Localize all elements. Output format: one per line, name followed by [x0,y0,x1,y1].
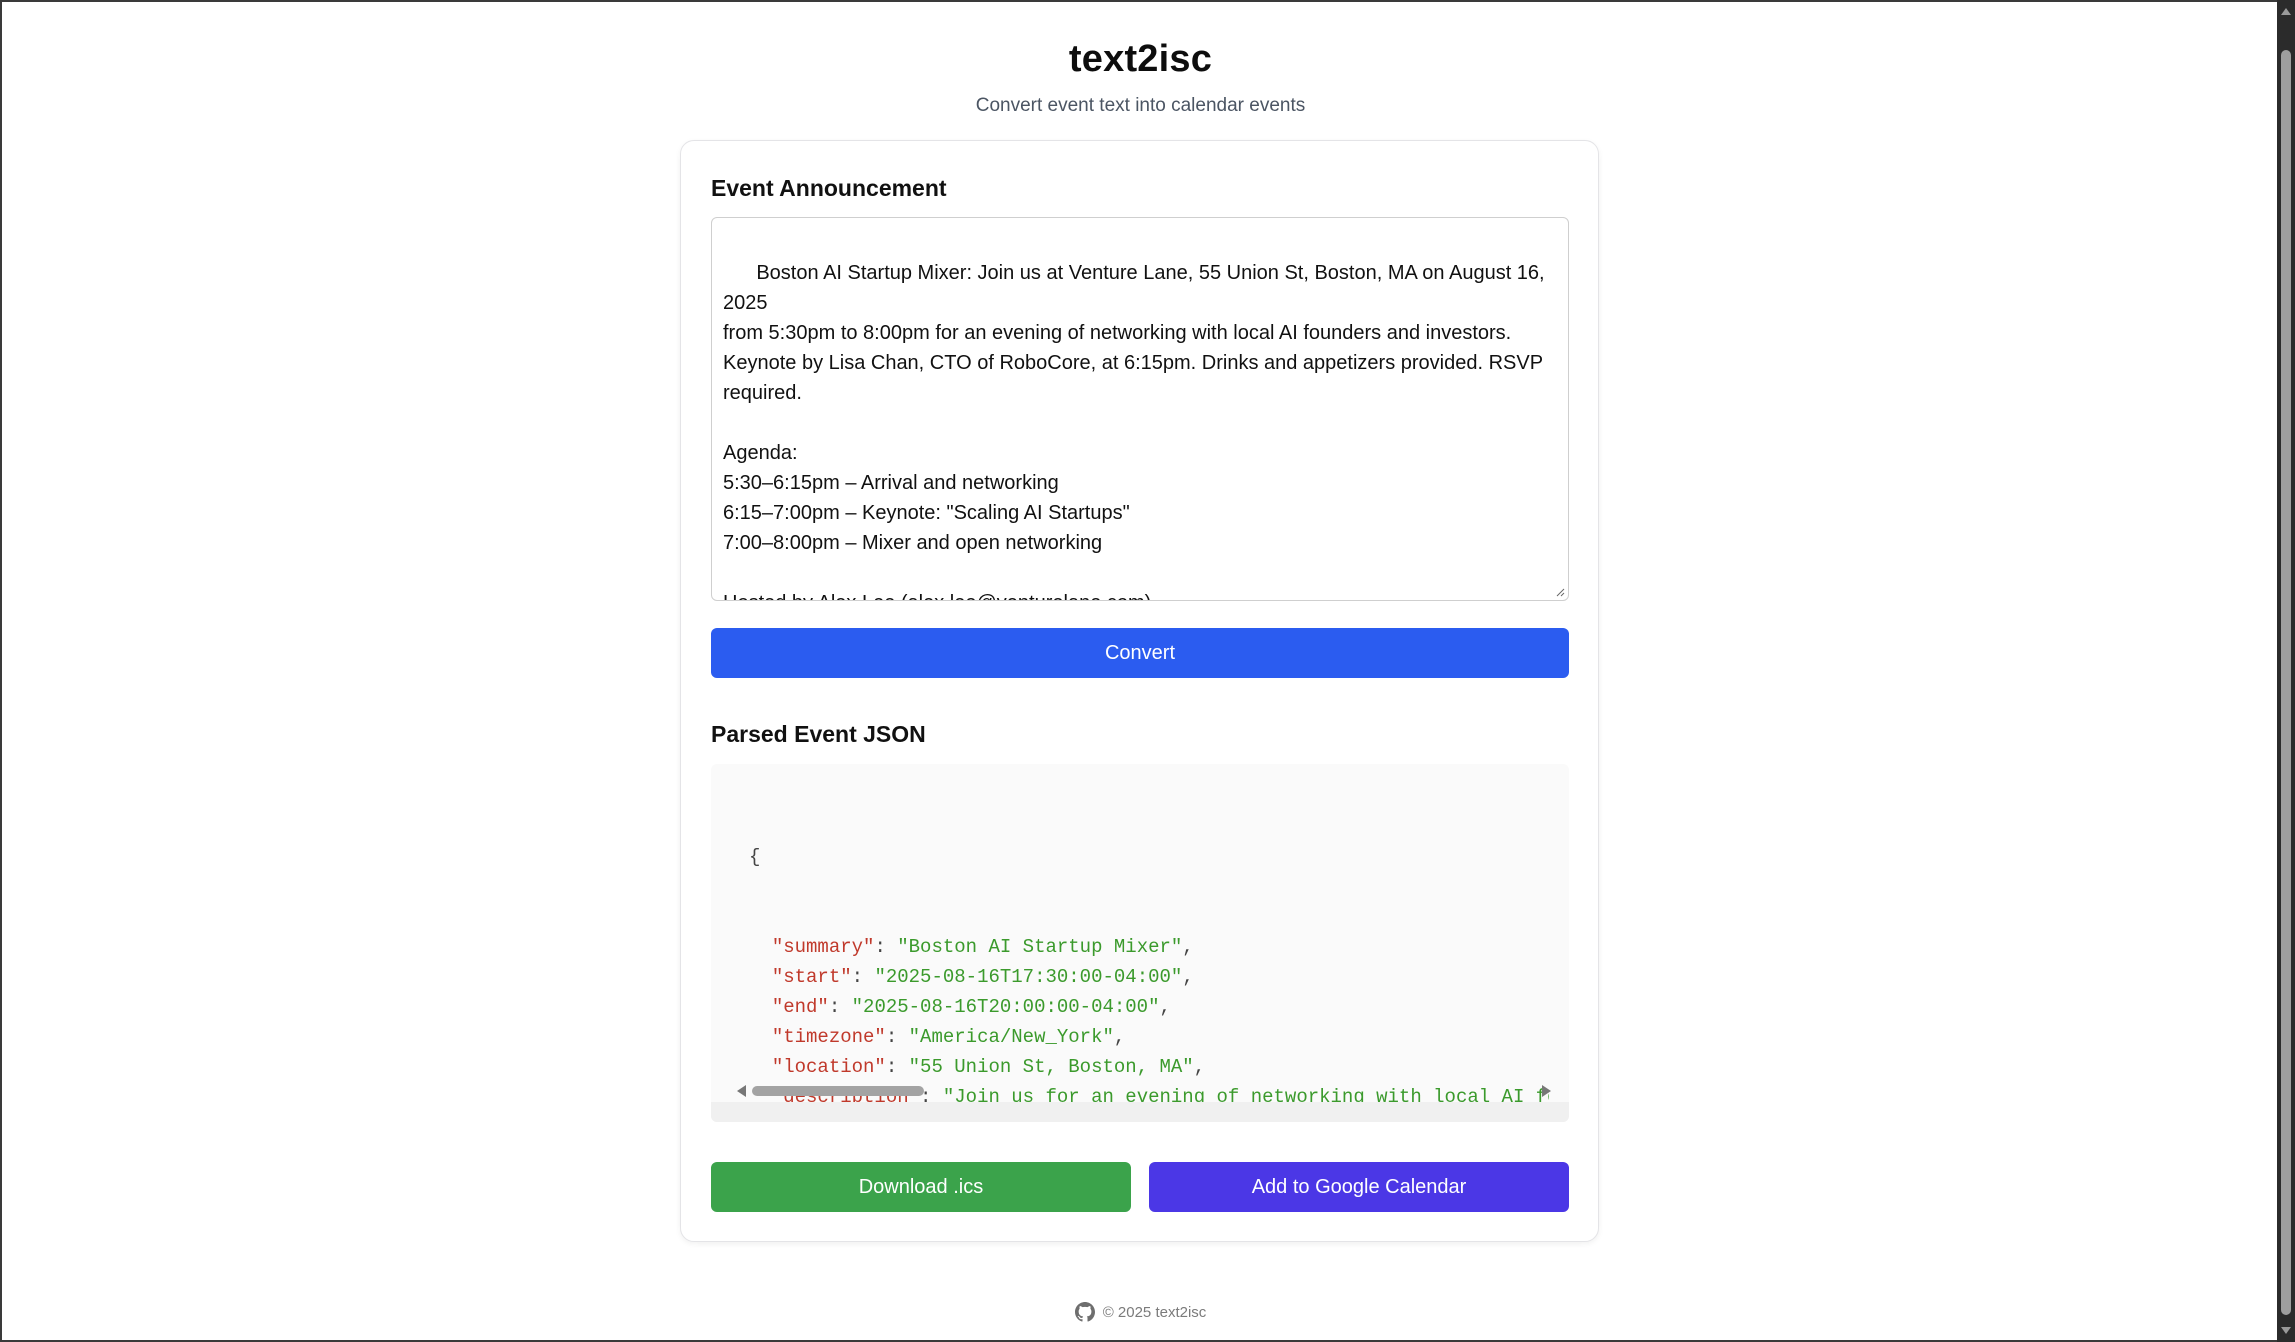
json-value: "2025-08-16T20:00:00-04:00" [851,996,1160,1018]
page-title: text2isc [1068,38,1213,80]
scroll-down-icon[interactable] [2281,1327,2291,1334]
announcement-label: Event Announcement [711,175,947,201]
page-header: text2isc Convert event text into calenda… [2,38,2279,117]
json-key: "end" [771,996,829,1018]
json-open-brace: { [749,846,761,868]
vertical-scrollbar[interactable] [2277,0,2295,1342]
parsed-json-label: Parsed Event JSON [711,721,926,747]
parsed-json-block[interactable]: { "summary": "Boston AI Startup Mixer", … [711,764,1569,1122]
resize-handle-icon[interactable] [1555,587,1565,597]
github-icon[interactable] [1074,1302,1095,1322]
json-field-line: "end": "2025-08-16T20:00:00-04:00", [771,996,1171,1018]
announcement-text: Boston AI Startup Mixer: Join us at Vent… [723,262,1545,600]
add-to-google-calendar-button[interactable]: Add to Google Calendar [1149,1162,1569,1212]
json-key: "location" [771,1056,886,1078]
horizontal-scrollbar[interactable] [737,1083,1551,1097]
json-key: "timezone" [771,1026,886,1048]
convert-button[interactable]: Convert [711,628,1569,678]
download-ics-label: Download .ics [858,1175,984,1198]
page-footer: © 2025 text2isc [2,1302,2279,1322]
horizontal-scroll-thumb[interactable] [752,1086,924,1096]
page-subtitle: Convert event text into calendar events [975,95,1306,116]
json-comma: , [1113,1026,1126,1048]
json-comma: , [1182,966,1194,988]
scroll-up-icon[interactable] [2281,8,2291,15]
footer-copyright: © 2025 text2isc [1102,1303,1207,1321]
json-field-line: "timezone": "America/New_York", [771,1026,1126,1048]
json-value: "America/New_York" [908,1026,1114,1048]
converter-card: Event Announcement Boston AI Startup Mix… [680,140,1599,1242]
browser-viewport: text2isc Convert event text into calenda… [0,0,2277,1342]
json-comma: , [1193,1056,1206,1078]
json-comma: , [1159,996,1171,1018]
json-key: "summary" [771,936,875,958]
json-value: "2025-08-16T17:30:00-04:00" [874,966,1183,988]
scroll-right-icon[interactable] [1542,1085,1551,1097]
json-field-line: "summary": "Boston AI Startup Mixer", [771,936,1194,958]
google-calendar-label: Add to Google Calendar [1251,1175,1467,1198]
download-ics-button[interactable]: Download .ics [711,1162,1131,1212]
convert-button-label: Convert [1104,641,1176,664]
json-key: "start" [771,966,852,988]
scroll-left-icon[interactable] [737,1085,746,1097]
parsed-json-code: { "summary": "Boston AI Startup Mixer", … [749,782,1549,1122]
json-value: "55 Union St, Boston, MA" [908,1056,1194,1078]
code-block-footer [711,1102,1569,1122]
json-field-line: "start": "2025-08-16T17:30:00-04:00", [771,966,1194,988]
json-field-line: "location": "55 Union St, Boston, MA", [771,1056,1206,1078]
json-comma: , [1182,936,1194,958]
announcement-textarea[interactable]: Boston AI Startup Mixer: Join us at Vent… [711,217,1569,601]
json-value: "Boston AI Startup Mixer" [897,936,1183,958]
vertical-scroll-thumb[interactable] [2281,50,2291,1315]
